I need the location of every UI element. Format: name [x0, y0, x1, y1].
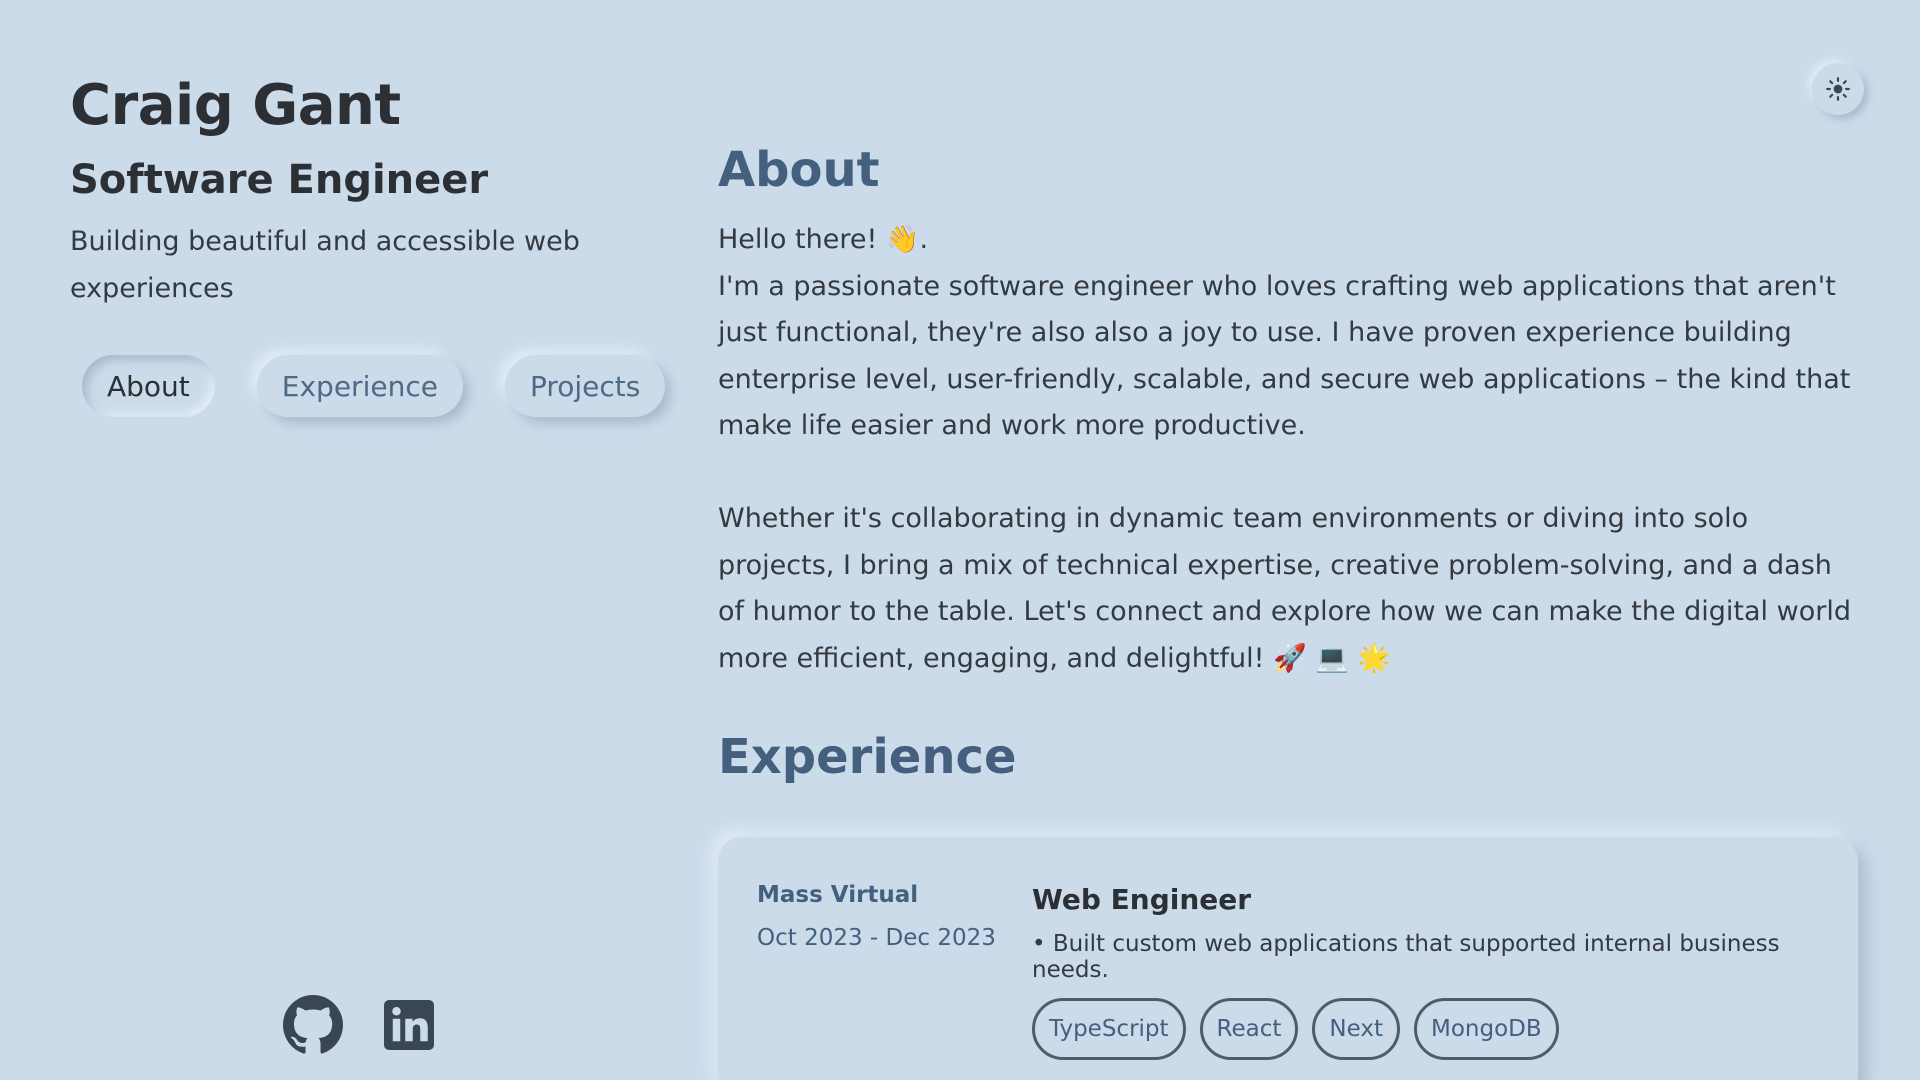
github-link[interactable] [283, 995, 343, 1055]
about-paragraph-1: I'm a passionate software engineer who l… [718, 270, 1851, 442]
about-greeting: Hello there! 👋. [718, 224, 929, 255]
profile-name: Craig Gant [70, 73, 401, 138]
experience-heading: Experience [718, 729, 1017, 785]
nav-projects[interactable]: Projects [504, 355, 666, 417]
experience-section: Experience Mass Virtual Oct 2023 - Dec 2… [718, 722, 1860, 1080]
job-description: • Built custom web applications that sup… [1032, 931, 1780, 983]
sun-icon [1826, 77, 1850, 101]
github-icon [283, 995, 343, 1054]
social-links [283, 995, 475, 1055]
linkedin-link[interactable] [379, 995, 439, 1055]
profile-sidebar: Craig Gant Software Engineer Building be… [70, 70, 666, 1060]
nav-experience[interactable]: Experience [256, 355, 463, 417]
nav-about[interactable]: About [82, 355, 215, 417]
profile-tagline: Building beautiful and accessible web ex… [70, 226, 580, 304]
section-nav: About Experience Projects [82, 355, 707, 417]
tech-tag: TypeScript [1032, 998, 1186, 1060]
about-body: Hello there! 👋. I'm a passionate softwar… [718, 217, 1860, 682]
theme-toggle-button[interactable] [1812, 63, 1864, 115]
profile-role: Software Engineer [70, 157, 489, 203]
tech-tags: TypeScript React Next MongoDB [1032, 998, 1573, 1060]
linkedin-icon [384, 1000, 434, 1050]
company-name: Mass Virtual [757, 882, 919, 908]
job-dates: Oct 2023 - Dec 2023 [757, 925, 996, 951]
about-section: About Hello there! 👋. I'm a passionate s… [718, 135, 1860, 682]
tech-tag: MongoDB [1414, 998, 1559, 1060]
main-content: About Hello there! 👋. I'm a passionate s… [718, 135, 1860, 1080]
experience-card[interactable]: Mass Virtual Oct 2023 - Dec 2023 Web Eng… [718, 837, 1858, 1080]
about-paragraph-2: Whether it's collaborating in dynamic te… [718, 503, 1851, 674]
job-title: Web Engineer [1032, 883, 1252, 916]
about-heading: About [718, 142, 880, 198]
tech-tag: Next [1312, 998, 1400, 1060]
tech-tag: React [1199, 998, 1299, 1060]
